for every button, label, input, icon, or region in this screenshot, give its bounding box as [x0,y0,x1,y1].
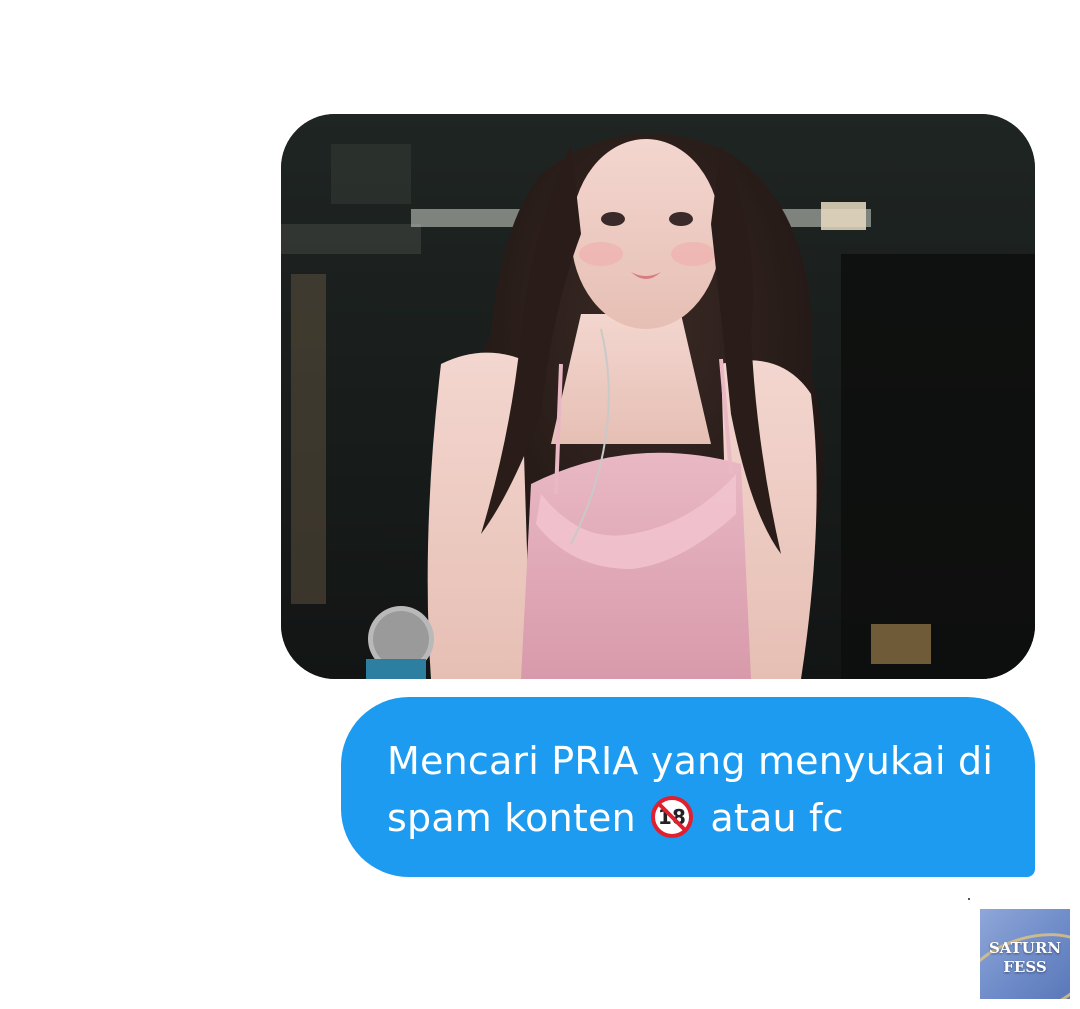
message-line-2-end: atau fc [710,796,844,840]
no-under-18-icon: 18 [651,796,694,838]
photo-image [281,114,1035,679]
stray-dot [968,898,970,900]
message-bubble[interactable]: Mencari PRIA yang menyukai di spam konte… [341,697,1035,877]
logo-text: SATURN FESS [980,939,1070,977]
message-line-2: spam konten 18 atau fc [387,790,995,847]
saturn-fess-logo: SATURN FESS [980,909,1070,999]
logo-line-1: SATURN [988,939,1062,957]
message-line-2-start: spam konten [387,796,636,840]
photo-attachment[interactable] [281,114,1035,679]
logo-line-2: FESS [1003,958,1047,976]
message-line-1: Mencari PRIA yang menyukai di [387,739,994,783]
